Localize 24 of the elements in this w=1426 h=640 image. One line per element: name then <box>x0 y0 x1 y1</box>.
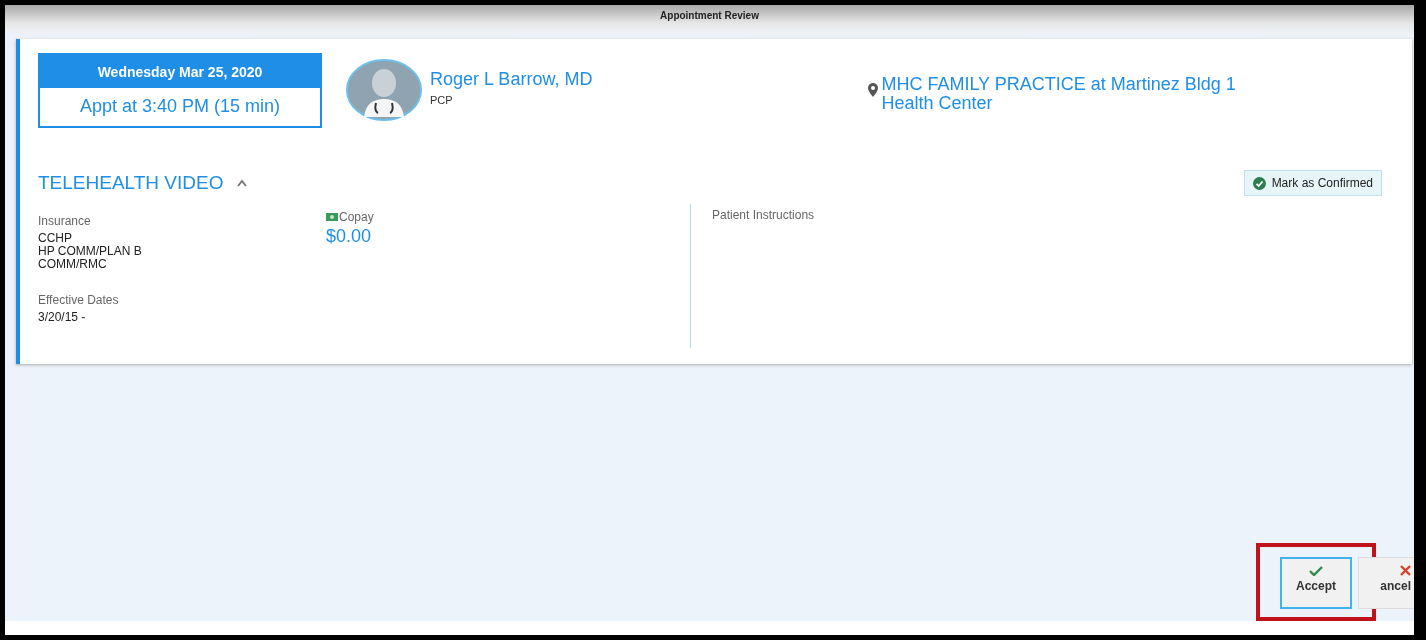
check-icon <box>1309 566 1323 576</box>
patient-instructions-label: Patient Instructions <box>712 208 815 222</box>
copay-amount: $0.00 <box>326 226 373 247</box>
visit-type: TELEHEALTH VIDEO <box>38 172 224 194</box>
insurance-plan: HP COMM/PLAN B <box>38 245 143 258</box>
copay-label: Copay <box>339 210 374 224</box>
insurance-plan: COMM/RMC <box>38 258 108 271</box>
insurance-label: Insurance <box>38 214 92 228</box>
effective-dates-label: Effective Dates <box>38 293 120 307</box>
provider-role: PCP <box>430 94 454 106</box>
insurance-plan: CCHP <box>38 232 73 245</box>
check-circle-icon <box>1252 176 1266 190</box>
cancel-button[interactable]: ancel <box>1358 557 1414 609</box>
close-icon <box>1400 565 1411 576</box>
cash-icon <box>326 213 338 221</box>
accept-button[interactable]: Accept <box>1280 557 1352 609</box>
doctor-avatar-icon <box>346 59 422 121</box>
appointment-time: Appt at 3:40 PM (15 min) <box>78 95 282 118</box>
collapse-chevron-icon[interactable] <box>237 179 248 187</box>
mark-confirmed-button[interactable]: Mark as Confirmed <box>1243 170 1382 196</box>
location-pin-icon <box>868 83 879 97</box>
window-title: Appointment Review <box>660 10 759 21</box>
effective-dates: 3/20/15 - <box>38 311 87 324</box>
appointment-date: Wednesday Mar 25, 2020 <box>40 55 320 88</box>
